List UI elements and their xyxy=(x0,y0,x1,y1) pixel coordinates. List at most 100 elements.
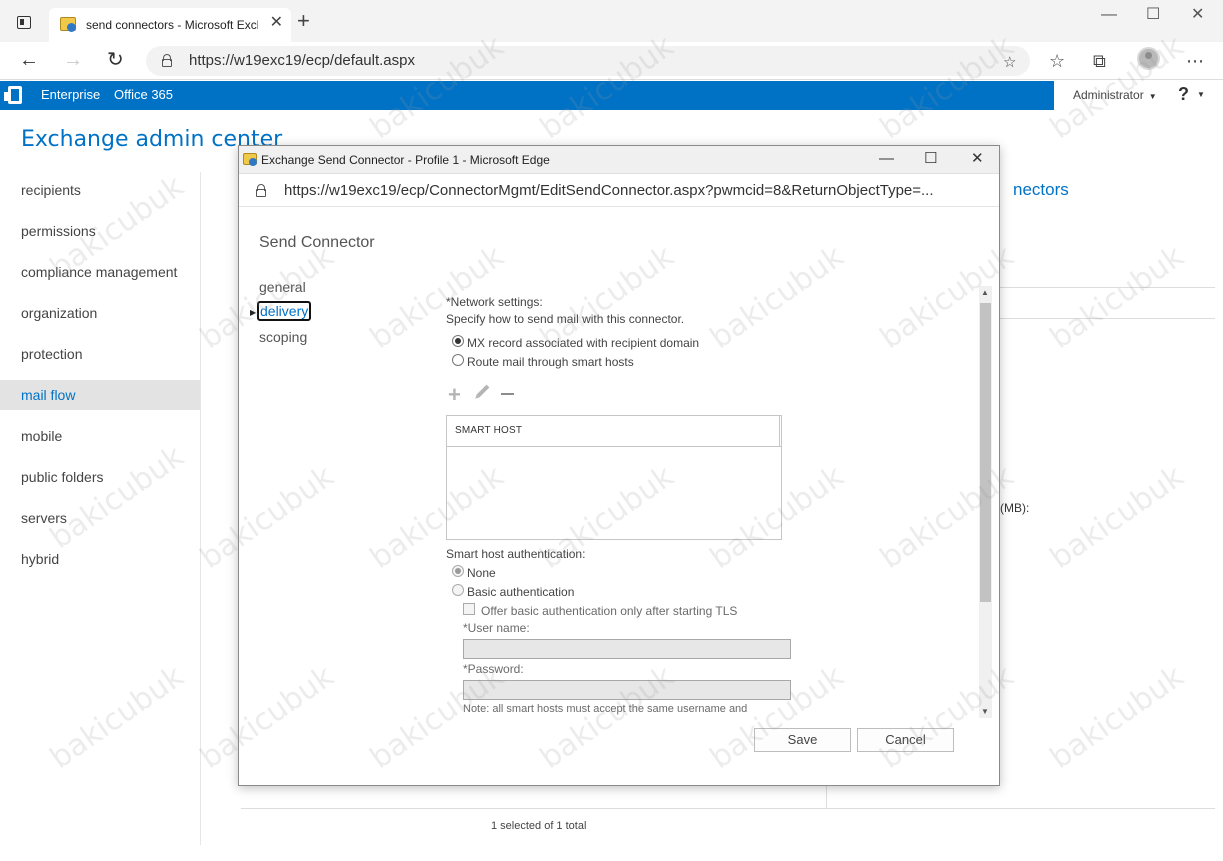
dialog-heading: Send Connector xyxy=(259,234,375,251)
maximize-icon[interactable]: ☐ xyxy=(924,151,937,167)
smart-host-table[interactable]: SMART HOST xyxy=(446,415,782,540)
note-text: Note: all smart hosts must accept the sa… xyxy=(463,703,748,715)
address-text[interactable]: https://w19exc19/ecp/default.aspx xyxy=(189,52,415,69)
background-heading: nectors xyxy=(1013,180,1069,199)
auth-basic-radio[interactable] xyxy=(452,584,464,596)
popup-url[interactable]: https://w19exc19/ecp/ConnectorMgmt/EditS… xyxy=(284,182,984,199)
smart-host-auth-label: Smart host authentication: xyxy=(446,547,586,561)
popup-urlbar: https://w19exc19/ecp/ConnectorMgmt/EditS… xyxy=(239,174,999,207)
help-icon[interactable]: ? xyxy=(1178,84,1189,105)
mx-record-label[interactable]: MX record associated with recipient doma… xyxy=(467,336,699,350)
admin-name: Administrator xyxy=(1073,88,1144,102)
add-icon[interactable]: + xyxy=(448,384,461,406)
mx-record-radio[interactable] xyxy=(452,335,464,347)
username-input[interactable] xyxy=(463,639,791,659)
sidebar-item-mail-flow[interactable]: mail flow xyxy=(0,380,200,410)
enterprise-link[interactable]: Enterprise xyxy=(41,87,100,102)
office-logo-icon xyxy=(4,86,22,104)
chevron-down-icon: ▼ xyxy=(1148,92,1157,101)
close-window-icon[interactable]: ✕ xyxy=(1191,6,1204,24)
smart-host-column-header: SMART HOST xyxy=(455,425,523,436)
sidebar-item-public-folders[interactable]: public folders xyxy=(0,462,200,492)
sidebar-item-compliance-management[interactable]: compliance management xyxy=(0,257,200,287)
close-window-icon[interactable]: ✕ xyxy=(971,151,984,167)
smart-host-radio[interactable] xyxy=(452,354,464,366)
tab-close-icon[interactable]: ✕ xyxy=(270,15,283,31)
forward-icon: → xyxy=(63,49,83,71)
smart-host-label[interactable]: Route mail through smart hosts xyxy=(467,355,634,369)
network-settings-help: Specify how to send mail with this conne… xyxy=(446,312,685,326)
refresh-icon[interactable]: ↻ xyxy=(107,49,124,71)
watermark-text: bakicubuk xyxy=(43,438,191,557)
admin-menu-area: Administrator ▼ ? ▼ xyxy=(1054,81,1223,110)
tab-scoping[interactable]: scoping xyxy=(259,329,307,345)
watermark-text: bakicubuk xyxy=(1043,238,1191,357)
auth-basic-label[interactable]: Basic authentication xyxy=(467,585,574,599)
watermark-text: bakicubuk xyxy=(43,658,191,777)
browser-tabstrip: send connectors - Microsoft Excl ✕ + — ☐… xyxy=(0,0,1223,42)
lock-icon[interactable] xyxy=(162,54,172,67)
back-icon[interactable]: ← xyxy=(19,49,39,71)
scroll-thumb[interactable] xyxy=(980,303,991,602)
minimize-icon[interactable]: — xyxy=(879,151,894,167)
profile-avatar[interactable] xyxy=(1137,47,1160,70)
network-settings-label: *Network settings: xyxy=(446,295,543,309)
exchange-favicon-icon xyxy=(243,153,257,166)
eac-header-bar: Enterprise Office 365 xyxy=(0,81,1054,110)
tab-actions-icon[interactable] xyxy=(17,16,31,29)
divider xyxy=(999,318,1215,319)
offer-tls-label[interactable]: Offer basic authentication only after st… xyxy=(481,604,737,618)
lock-icon[interactable] xyxy=(256,184,266,197)
sidebar-item-organization[interactable]: organization xyxy=(0,298,200,328)
remove-icon[interactable] xyxy=(501,393,514,395)
exchange-favicon-icon xyxy=(60,17,76,32)
sidebar-item-permissions[interactable]: permissions xyxy=(0,216,200,246)
address-bar[interactable]: https://w19exc19/ecp/default.aspx ☆ xyxy=(146,46,1030,76)
popup-window-title: Exchange Send Connector - Profile 1 - Mi… xyxy=(261,153,550,167)
password-label: *Password: xyxy=(463,662,524,676)
admin-menu[interactable]: Administrator ▼ xyxy=(1073,88,1157,102)
divider xyxy=(999,287,1215,288)
divider xyxy=(241,808,1215,809)
table-header: SMART HOST xyxy=(447,416,781,447)
scroll-down-icon[interactable]: ▼ xyxy=(981,707,989,716)
office365-link[interactable]: Office 365 xyxy=(114,87,173,102)
add-favorite-icon[interactable]: ☆ xyxy=(1003,54,1016,72)
popup-titlebar[interactable]: Exchange Send Connector - Profile 1 - Mi… xyxy=(239,146,999,174)
password-input[interactable] xyxy=(463,680,791,700)
sidebar-item-hybrid[interactable]: hybrid xyxy=(0,544,200,574)
maximize-icon[interactable]: ☐ xyxy=(1146,6,1160,24)
collections-icon[interactable]: ⧉ xyxy=(1093,51,1106,71)
divider xyxy=(826,786,827,808)
more-options-icon[interactable]: ⋯ xyxy=(1186,51,1204,71)
watermark-text: bakicubuk xyxy=(1043,458,1191,577)
sidebar-item-protection[interactable]: protection xyxy=(0,339,200,369)
favorites-icon[interactable]: ☆ xyxy=(1049,51,1065,71)
sidebar-item-mobile[interactable]: mobile xyxy=(0,421,200,451)
chevron-down-icon[interactable]: ▼ xyxy=(1197,90,1205,99)
tab-delivery[interactable]: delivery xyxy=(257,301,312,321)
sidebar-item-servers[interactable]: servers xyxy=(0,503,200,533)
background-label: (MB): xyxy=(1000,501,1030,515)
offer-tls-checkbox[interactable] xyxy=(463,603,475,615)
minimize-icon[interactable]: — xyxy=(1101,6,1117,24)
selected-arrow-icon: ▶ xyxy=(250,308,257,317)
selection-status: 1 selected of 1 total xyxy=(491,820,587,832)
sidebar-divider xyxy=(200,172,201,845)
watermark-text: bakicubuk xyxy=(1043,658,1191,777)
tab-general[interactable]: general xyxy=(259,279,306,295)
browser-tab[interactable]: send connectors - Microsoft Excl ✕ xyxy=(49,8,291,42)
save-button[interactable]: Save xyxy=(754,728,851,752)
scroll-up-icon[interactable]: ▲ xyxy=(981,288,989,297)
cancel-button[interactable]: Cancel xyxy=(857,728,954,752)
sidebar-item-recipients[interactable]: recipients xyxy=(0,175,200,205)
edit-icon[interactable] xyxy=(476,384,490,398)
username-label: *User name: xyxy=(463,621,530,635)
auth-none-label[interactable]: None xyxy=(467,566,496,580)
new-tab-icon[interactable]: + xyxy=(297,10,310,32)
content-scrollbar[interactable]: ▲ ▼ xyxy=(979,286,992,718)
send-connector-popup: Exchange Send Connector - Profile 1 - Mi… xyxy=(238,145,1000,786)
browser-toolbar: ← → ↻ https://w19exc19/ecp/default.aspx … xyxy=(0,42,1223,80)
tab-title: send connectors - Microsoft Excl xyxy=(86,18,258,32)
auth-none-radio[interactable] xyxy=(452,565,464,577)
